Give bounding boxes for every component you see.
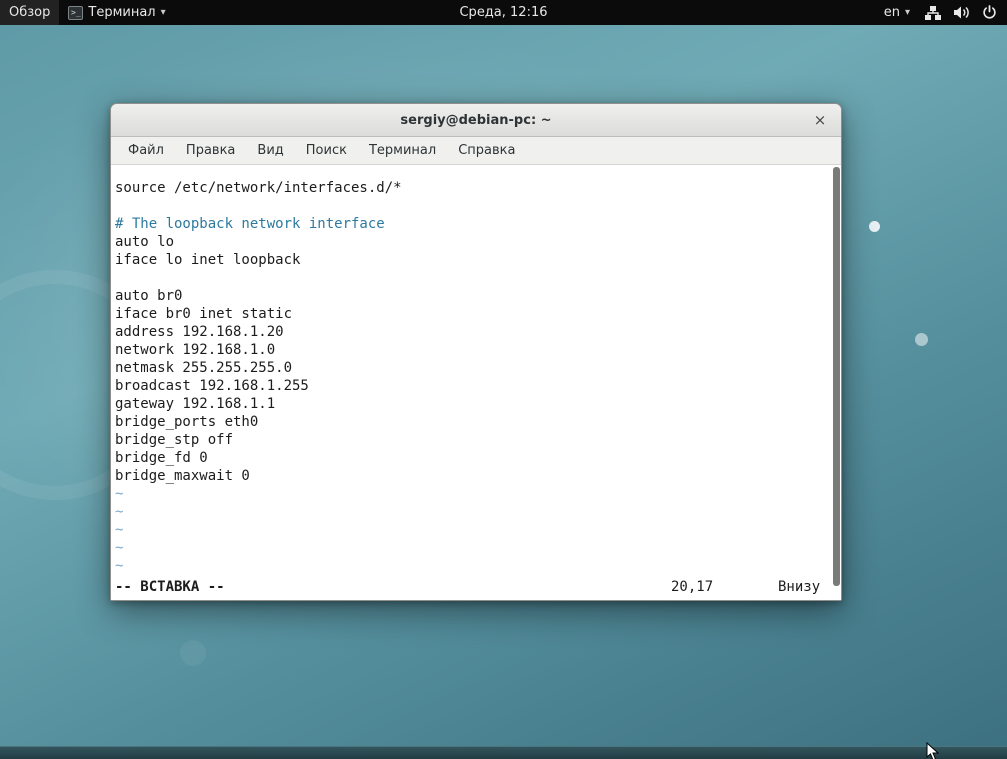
mouse-cursor: [926, 742, 939, 759]
top-bar: Обзор >_ Терминал ▾ Среда, 12:16 en ▾: [0, 0, 1007, 25]
menu-item-2[interactable]: Вид: [246, 139, 294, 162]
decorative-dot: [915, 333, 928, 346]
keyboard-layout-label: en: [884, 5, 900, 20]
vim-mode-indicator: -- ВСТАВКА --: [115, 579, 225, 595]
clock-label: Среда, 12:16: [459, 5, 547, 20]
terminal-window: sergiy@debian-pc: ~ × ФайлПравкаВидПоиск…: [110, 103, 842, 601]
terminal-tilde-line: ~: [115, 485, 827, 503]
vim-scroll-indicator: Внизу: [778, 578, 820, 596]
menu-item-4[interactable]: Терминал: [358, 139, 447, 162]
power-menu[interactable]: [976, 0, 1007, 25]
vim-status-line: -- ВСТАВКА -- 20,17 Внизу: [115, 578, 827, 597]
activities-button[interactable]: Обзор: [0, 0, 59, 25]
window-titlebar[interactable]: sergiy@debian-pc: ~ ×: [111, 104, 841, 137]
app-menu[interactable]: >_ Терминал ▾: [59, 0, 174, 25]
power-icon: [982, 5, 997, 20]
terminal-line: bridge_maxwait 0: [115, 467, 827, 485]
terminal-lines: source /etc/network/interfaces.d/* # The…: [115, 179, 827, 575]
clock[interactable]: Среда, 12:16: [450, 5, 556, 20]
volume-indicator[interactable]: [947, 0, 976, 25]
terminal-line: broadcast 192.168.1.255: [115, 377, 827, 395]
terminal-line: source /etc/network/interfaces.d/*: [115, 179, 827, 197]
terminal-line: iface lo inet loopback: [115, 251, 827, 269]
bottom-panel: [0, 746, 1007, 759]
terminal-tilde-line: ~: [115, 503, 827, 521]
window-title: sergiy@debian-pc: ~: [400, 113, 551, 128]
terminal-line: gateway 192.168.1.1: [115, 395, 827, 413]
close-button[interactable]: ×: [809, 104, 831, 136]
menu-item-0[interactable]: Файл: [117, 139, 175, 162]
terminal-line: [115, 269, 827, 287]
terminal-line: [115, 197, 827, 215]
terminal-tilde-line: ~: [115, 521, 827, 539]
terminal-line: address 192.168.1.20: [115, 323, 827, 341]
app-menu-label: Терминал: [88, 5, 155, 20]
scrollbar-thumb[interactable]: [833, 167, 840, 586]
terminal-line: network 192.168.1.0: [115, 341, 827, 359]
terminal-line: auto br0: [115, 287, 827, 305]
terminal-line: auto lo: [115, 233, 827, 251]
activities-label: Обзор: [9, 5, 50, 20]
terminal-tilde-line: ~: [115, 557, 827, 575]
vim-cursor-position: 20,17: [671, 578, 713, 596]
terminal-line: iface br0 inet static: [115, 305, 827, 323]
terminal-line: bridge_fd 0: [115, 449, 827, 467]
menu-item-5[interactable]: Справка: [447, 139, 526, 162]
menu-item-1[interactable]: Правка: [175, 139, 246, 162]
terminal-tilde-line: ~: [115, 539, 827, 557]
terminal-app-icon: >_: [68, 6, 83, 20]
chevron-down-icon: ▾: [905, 7, 910, 18]
decorative-dot: [869, 221, 880, 232]
network-indicator[interactable]: [919, 0, 947, 25]
terminal-line: bridge_ports eth0: [115, 413, 827, 431]
network-icon: [925, 6, 941, 20]
decorative-dot: [180, 640, 206, 666]
terminal-content[interactable]: source /etc/network/interfaces.d/* # The…: [111, 165, 841, 600]
keyboard-layout-indicator[interactable]: en ▾: [875, 0, 919, 25]
menu-bar: ФайлПравкаВидПоискТерминалСправка: [111, 137, 841, 165]
chevron-down-icon: ▾: [161, 7, 166, 18]
terminal-line: # The loopback network interface: [115, 215, 827, 233]
terminal-line: bridge_stp off: [115, 431, 827, 449]
volume-icon: [953, 5, 970, 20]
menu-item-3[interactable]: Поиск: [295, 139, 358, 162]
terminal-line: netmask 255.255.255.0: [115, 359, 827, 377]
terminal-scrollbar[interactable]: [833, 167, 840, 586]
